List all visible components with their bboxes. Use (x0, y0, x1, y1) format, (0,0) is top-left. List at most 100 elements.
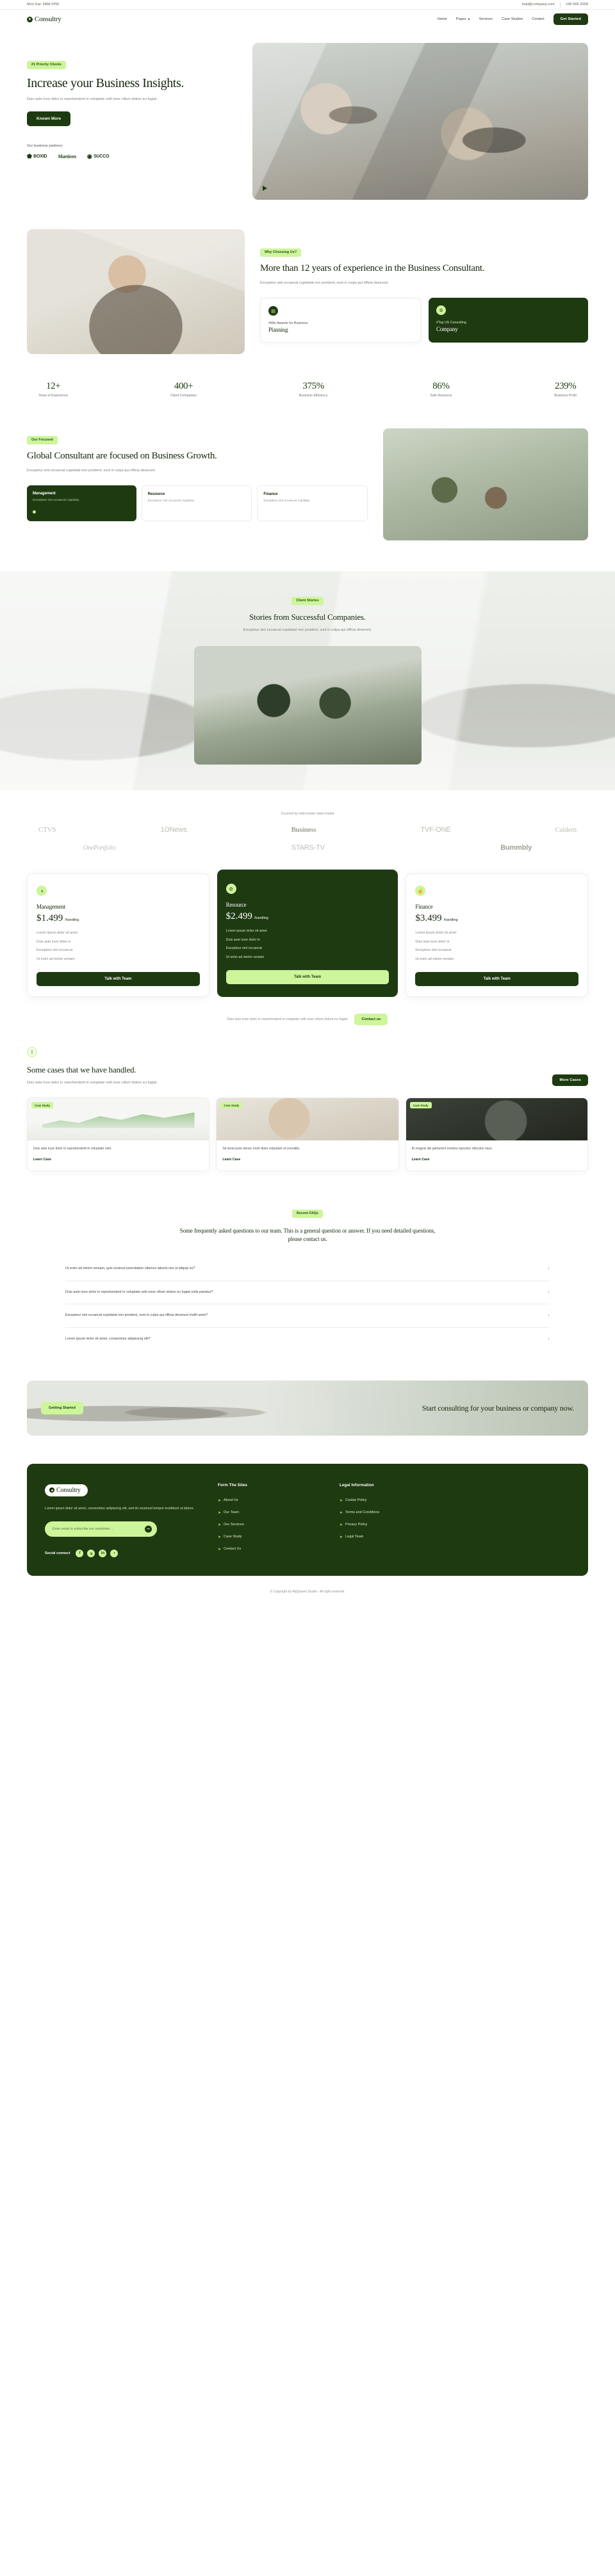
plan-feature: Duis aute irure dolor in (37, 939, 71, 944)
plan-feature: Ut enim ad minim veniam (226, 955, 265, 959)
learn-case-link[interactable]: Learn Case (33, 1158, 51, 1162)
nav-item-case-studies[interactable]: Case Studies (502, 17, 523, 21)
contact-cta-row: Duis aute irure dolor in reprehenderit i… (0, 997, 615, 1026)
brand-logo[interactable]: Consultry (27, 15, 62, 23)
banner-title: Start consulting for your business or co… (422, 1403, 574, 1413)
footer-link-terms[interactable]: ➤ Terms and Conditions (340, 1511, 379, 1515)
faq-item[interactable]: Excepteur sint occaecat cupidatat non pr… (65, 1304, 550, 1329)
nav-item-services[interactable]: Services (479, 17, 493, 21)
play-icon[interactable] (263, 186, 267, 191)
leaf-icon (49, 1487, 54, 1493)
stories-section: Client Stories Stories from Successful C… (0, 571, 615, 791)
footer-link-contact-us[interactable]: ➤ Contact Us (218, 1547, 320, 1551)
nav-item-home[interactable]: Home (438, 17, 447, 21)
plan-name: Finance (415, 903, 433, 911)
stories-image (193, 646, 422, 765)
case-text: Sit amet justo donec enim diam volputaet… (222, 1147, 300, 1151)
footer-link-cookie-policy[interactable]: ➤ Cookie Policy (340, 1498, 379, 1503)
faq-item[interactable]: Duis aute irure dolor in reprehenderit i… (65, 1281, 550, 1305)
submit-arrow-icon[interactable]: ➞ (145, 1525, 152, 1533)
media-caption: Covered by well-known news media (281, 812, 334, 816)
twitter-x-icon[interactable]: 𝕩 (87, 1550, 95, 1558)
resource-icon: ⚙ (226, 884, 236, 895)
case-card[interactable]: Case Study Sit amet justo donec enim dia… (216, 1098, 399, 1172)
footer-column-title: Legal Information (340, 1482, 374, 1487)
footer-link-privacy-policy[interactable]: ➤ Privacy Policy (340, 1523, 379, 1527)
newsletter-input[interactable] (45, 1521, 157, 1537)
why-content: Why Choosing Us? More than 12 years of e… (260, 229, 588, 354)
focused-card-finance[interactable]: Finance Excepteur sint occaecat cupidata… (257, 485, 368, 521)
case-text: Et magnis dis parturient montes nascetur… (411, 1147, 493, 1151)
contact-email[interactable]: mail@company.com (522, 3, 555, 6)
nav-item-pages[interactable]: Pages (456, 17, 470, 21)
footer-link-our-team[interactable]: ➤ Our Team (218, 1511, 320, 1515)
footer-link-about-us[interactable]: ➤ About Us (218, 1498, 320, 1503)
nav-label: Services (479, 17, 493, 21)
nav-label: Case Studies (502, 17, 523, 21)
talk-with-team-button[interactable]: Talk with Team (415, 972, 579, 987)
learn-case-link[interactable]: Learn Case (412, 1158, 430, 1162)
footer-column-sites: Form The Sites ➤ About Us ➤ Our Team ➤ Our … (218, 1483, 320, 1559)
linkedin-icon[interactable]: in (99, 1550, 107, 1558)
case-tag: Case Study (220, 1102, 243, 1109)
talk-with-team-button[interactable]: Talk with Team (226, 970, 390, 985)
footer-link-label: Case Study (224, 1535, 242, 1539)
focused-section: Our Focused Global Consultant are focuse… (0, 398, 615, 540)
partner-logo-succo: ◉ SUCCO (87, 154, 110, 159)
faq-item[interactable]: Lorem ipsum dolor sit amet, consectetur … (65, 1328, 550, 1351)
plan-feature: Duis aute irure dolor in (226, 937, 260, 942)
case-card[interactable]: Case Study Et magnis dis parturient mont… (405, 1098, 588, 1172)
focused-card-title: Resource (147, 492, 165, 497)
learn-case-link[interactable]: Learn Case (222, 1158, 240, 1162)
stat-value: 12+ (45, 381, 61, 391)
brand-logo-business: Business (291, 826, 316, 834)
why-card-company[interactable]: ⚙ #Top US Consulting Company (429, 298, 588, 343)
faq-item[interactable]: Ut enim ad minim veniam, quis nostrud ex… (65, 1258, 550, 1281)
stat-value: 86% (432, 381, 450, 391)
why-card-planning[interactable]: ▤ #Win Awards for Business Planning (260, 298, 421, 343)
footer-link-label: Cookie Policy (345, 1498, 367, 1503)
stat-value: 239% (554, 381, 577, 391)
youtube-icon[interactable]: ▪ (110, 1550, 119, 1558)
brand-logo-10news: 1ONews (160, 826, 187, 834)
contact-us-button[interactable]: Contact us (354, 1014, 388, 1026)
footer-logo[interactable]: Consultry (45, 1484, 88, 1496)
footer-link-our-services[interactable]: ➤ Our Services (218, 1523, 320, 1527)
footer-link-label: About Us (224, 1498, 238, 1503)
focused-card-management[interactable]: Management Excepteur sint occaecat cupid… (27, 485, 136, 521)
price-value: $1.499 (37, 913, 63, 924)
copyright: © Copyright by AbQasem Studio - All righ… (270, 1589, 345, 1594)
partner-name: Martieen (58, 154, 76, 160)
facebook-icon[interactable]: f (76, 1550, 84, 1558)
case-card[interactable]: Case Study Duis aute irure dolor in repr… (27, 1098, 210, 1172)
contact-phone[interactable]: +58 569-2558 (566, 3, 588, 6)
why-card-title: Planning (268, 327, 288, 334)
faq-question: Ut enim ad minim veniam, quis nostrud ex… (65, 1266, 195, 1270)
stat-item: 12+ Years of Experience (38, 381, 68, 398)
arrow-down-icon[interactable]: ↓ (548, 1313, 550, 1319)
case-studies-grid: Case Study Duis aute irure dolor in repr… (0, 1086, 615, 1172)
main-navigation: Consultry Home Pages Services Case Studi… (0, 10, 615, 29)
chevron-right-icon: ➤ (340, 1498, 343, 1503)
focused-card-title: Management (33, 492, 56, 496)
footer-brand-column: Consultry Lorem ipsum dolor sit amet, co… (45, 1483, 199, 1559)
why-description: Excepteur sint occaecat cupidatat non pr… (260, 280, 389, 285)
arrow-down-icon[interactable]: ↓ (548, 1336, 550, 1343)
plan-price: $3.499/handling (415, 913, 578, 924)
arrow-down-icon[interactable]: ↓ (548, 1290, 550, 1296)
get-started-button[interactable]: Get Started (553, 13, 588, 25)
more-cases-button[interactable]: More Cases (552, 1074, 588, 1087)
footer-link-legal-team[interactable]: ➤ Legal Team (340, 1535, 379, 1539)
known-more-button[interactable]: Known More (27, 111, 71, 127)
nav-item-contact[interactable]: Contact (532, 17, 544, 21)
brand-logo-starstv: STARS-TV (291, 844, 325, 852)
hero-section: #1 Priority Clients Increase your Busine… (0, 29, 615, 200)
getting-started-button[interactable]: Getting Started (41, 1401, 83, 1414)
nav-links: Home Pages Services Case Studies Contact… (438, 13, 588, 25)
talk-with-team-button[interactable]: Talk with Team (37, 972, 200, 987)
arrow-down-icon[interactable]: ↓ (548, 1266, 550, 1272)
focused-image (383, 428, 588, 540)
focused-card-resource[interactable]: Resource Excepteur sint occaecat cupidat… (141, 485, 252, 521)
footer-link-case-study[interactable]: ➤ Case Study (218, 1535, 320, 1539)
chevron-right-icon: ➤ (340, 1535, 343, 1539)
